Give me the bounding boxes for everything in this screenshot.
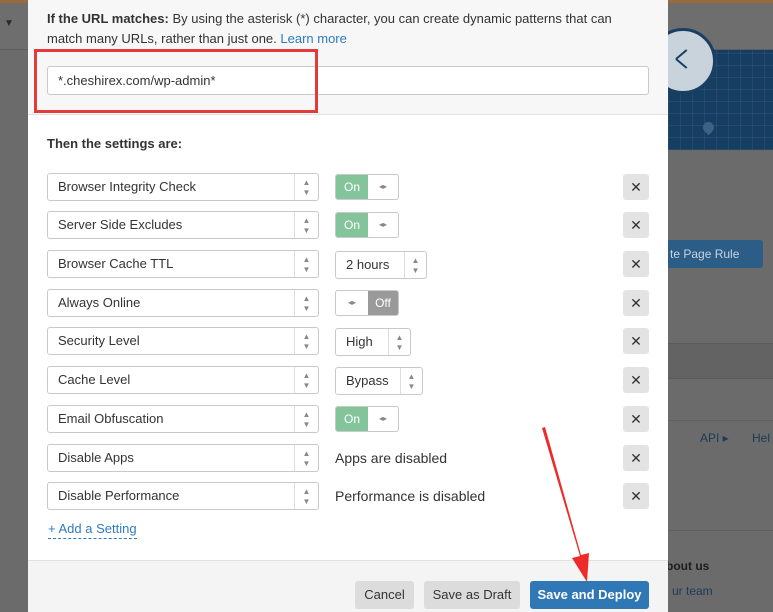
remove-setting-button[interactable]: ✕ <box>623 445 649 471</box>
about-us-heading: bout us <box>666 559 710 573</box>
select-arrows-icon: ▲ ▼ <box>294 445 318 471</box>
toggle-state: On <box>336 407 368 431</box>
setting-row: Disable Apps ▲ ▼ Apps are disabled ✕ <box>28 444 668 474</box>
remove-setting-button[interactable]: ✕ <box>623 328 649 354</box>
toggle-handle-icon: ◂▸ <box>378 182 388 191</box>
setting-select[interactable]: Browser Cache TTL ▲ ▼ <box>47 250 319 278</box>
remove-setting-button[interactable]: ✕ <box>623 251 649 277</box>
toggle-state: Off <box>368 291 398 315</box>
setting-select[interactable]: Email Obfuscation ▲ ▼ <box>47 405 319 433</box>
chevron-down-icon: ▼ <box>4 18 14 29</box>
api-link[interactable]: API ▸ <box>700 431 729 445</box>
url-match-lead: If the URL matches: <box>47 11 169 26</box>
remove-setting-button[interactable]: ✕ <box>623 406 649 432</box>
select-arrows-icon: ▲ ▼ <box>294 251 318 277</box>
setting-row: Security Level ▲ ▼ High ▲ ▼ ✕ <box>28 327 668 357</box>
setting-value-label: 2 hours <box>346 257 390 272</box>
setting-select-label: Security Level <box>58 333 140 348</box>
select-arrows-icon: ▲ ▼ <box>294 367 318 393</box>
url-match-section: If the URL matches: By using the asteris… <box>28 0 668 115</box>
setting-select-label: Disable Apps <box>58 450 134 465</box>
select-arrows-icon: ▲ ▼ <box>388 329 410 355</box>
our-team-link[interactable]: ur team <box>672 584 713 598</box>
setting-select[interactable]: Server Side Excludes ▲ ▼ <box>47 211 319 239</box>
select-arrows-icon: ▲ ▼ <box>294 290 318 316</box>
setting-toggle[interactable]: ◂▸ Off <box>335 290 399 316</box>
setting-toggle[interactable]: On ◂▸ <box>335 406 399 432</box>
select-arrows-icon: ▲ ▼ <box>294 483 318 509</box>
remove-setting-button[interactable]: ✕ <box>623 483 649 509</box>
save-as-draft-button[interactable]: Save as Draft <box>424 581 520 609</box>
remove-setting-button[interactable]: ✕ <box>623 367 649 393</box>
setting-select[interactable]: Disable Apps ▲ ▼ <box>47 444 319 472</box>
help-link[interactable]: Hel <box>752 431 770 445</box>
toggle-handle-icon: ◂▸ <box>347 298 357 307</box>
setting-row: Browser Integrity Check ▲ ▼ On ◂▸ ✕ <box>28 173 668 203</box>
setting-select[interactable]: Disable Performance ▲ ▼ <box>47 482 319 510</box>
setting-value-label: High <box>346 334 373 349</box>
setting-select-label: Browser Cache TTL <box>58 256 174 271</box>
setting-value-label: Bypass <box>346 373 389 388</box>
setting-row: Cache Level ▲ ▼ Bypass ▲ ▼ ✕ <box>28 366 668 396</box>
setting-row: Browser Cache TTL ▲ ▼ 2 hours ▲ ▼ ✕ <box>28 250 668 280</box>
settings-heading: Then the settings are: <box>47 136 183 151</box>
background-band <box>668 343 773 379</box>
select-arrows-icon: ▲ ▼ <box>294 212 318 238</box>
setting-select-label: Disable Performance <box>58 488 180 503</box>
select-arrows-icon: ▲ ▼ <box>294 174 318 200</box>
modal-footer: Cancel Save as Draft Save and Deploy <box>28 560 668 612</box>
remove-setting-button[interactable]: ✕ <box>623 212 649 238</box>
setting-select-label: Email Obfuscation <box>58 411 164 426</box>
setting-toggle[interactable]: On ◂▸ <box>335 174 399 200</box>
setting-select-label: Browser Integrity Check <box>58 179 196 194</box>
learn-more-link[interactable]: Learn more <box>280 31 346 46</box>
setting-select[interactable]: Security Level ▲ ▼ <box>47 327 319 355</box>
select-arrows-icon: ▲ ▼ <box>404 252 426 278</box>
select-arrows-icon: ▲ ▼ <box>400 368 422 394</box>
setting-select-label: Cache Level <box>58 372 131 387</box>
toggle-state: On <box>336 213 368 237</box>
create-page-rule-button[interactable]: te Page Rule <box>668 240 763 268</box>
setting-select-label: Always Online <box>58 295 141 310</box>
cancel-button[interactable]: Cancel <box>355 581 414 609</box>
select-arrows-icon: ▲ ▼ <box>294 328 318 354</box>
setting-value-select[interactable]: High ▲ ▼ <box>335 328 411 356</box>
url-match-description: If the URL matches: By using the asteris… <box>47 9 647 49</box>
select-arrows-icon: ▲ ▼ <box>294 406 318 432</box>
setting-static-value: Apps are disabled <box>335 450 448 466</box>
save-and-deploy-button[interactable]: Save and Deploy <box>530 581 649 609</box>
setting-toggle[interactable]: On ◂▸ <box>335 212 399 238</box>
page-rule-modal: If the URL matches: By using the asteris… <box>28 0 668 612</box>
annotation-highlight-box <box>34 49 318 113</box>
setting-row: Email Obfuscation ▲ ▼ On ◂▸ ✕ <box>28 405 668 435</box>
setting-value-select[interactable]: 2 hours ▲ ▼ <box>335 251 427 279</box>
setting-select-label: Server Side Excludes <box>58 217 183 232</box>
add-setting-link[interactable]: + Add a Setting <box>48 521 137 539</box>
setting-row: Always Online ▲ ▼ ◂▸ Off ✕ <box>28 289 668 319</box>
setting-value-select[interactable]: Bypass ▲ ▼ <box>335 367 423 395</box>
toggle-handle-icon: ◂▸ <box>378 414 388 423</box>
setting-select[interactable]: Always Online ▲ ▼ <box>47 289 319 317</box>
toggle-handle-icon: ◂▸ <box>378 220 388 229</box>
setting-static-value: Performance is disabled <box>335 488 486 504</box>
setting-select[interactable]: Browser Integrity Check ▲ ▼ <box>47 173 319 201</box>
toggle-state: On <box>336 175 368 199</box>
remove-setting-button[interactable]: ✕ <box>623 290 649 316</box>
remove-setting-button[interactable]: ✕ <box>623 174 649 200</box>
setting-row: Server Side Excludes ▲ ▼ On ◂▸ ✕ <box>28 211 668 241</box>
setting-row: Disable Performance ▲ ▼ Performance is di… <box>28 482 668 512</box>
setting-select[interactable]: Cache Level ▲ ▼ <box>47 366 319 394</box>
